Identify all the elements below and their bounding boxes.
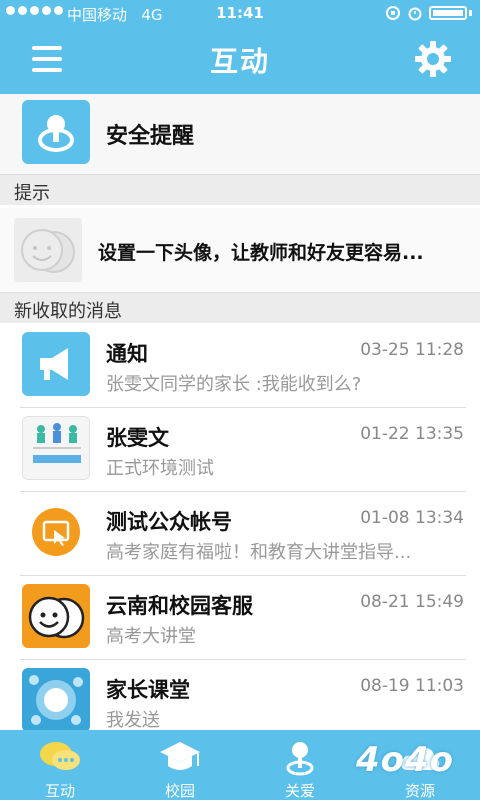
safety-reminder-row[interactable]: 安全提醒 bbox=[0, 94, 480, 175]
message-preview: 张雯文同学的家长 :我能收到么? bbox=[106, 374, 362, 395]
megaphone-icon bbox=[22, 332, 90, 396]
tab-campus[interactable]: 校园 bbox=[120, 730, 240, 800]
top-bar: 中国移动 4G 11:41 互动 bbox=[0, 0, 480, 94]
message-sender: 张雯文 bbox=[106, 426, 169, 450]
safety-reminder-label: 安全提醒 bbox=[106, 124, 195, 149]
tab-label: 资源 bbox=[404, 782, 435, 800]
rotation-lock-icon bbox=[386, 6, 400, 20]
message-sender: 云南和校园客服 bbox=[106, 594, 253, 618]
settings-gear-icon[interactable] bbox=[414, 40, 452, 78]
public-account-icon bbox=[22, 500, 90, 564]
message-row-public-account[interactable]: 测试公众帐号 01-08 13:34 高考家庭有福啦！和教育大讲堂指导... bbox=[0, 492, 480, 576]
message-row-notice[interactable]: 通知 03-25 11:28 张雯文同学的家长 :我能收到么? bbox=[0, 324, 480, 408]
section-header-tips: 提示 bbox=[0, 175, 480, 205]
message-time: 08-19 11:03 bbox=[360, 676, 464, 696]
customer-service-faces-icon bbox=[22, 584, 90, 648]
message-time: 01-08 13:34 bbox=[360, 508, 464, 528]
message-sender: 通知 bbox=[106, 342, 148, 366]
message-preview: 我发送 bbox=[106, 710, 160, 731]
message-time: 08-21 15:49 bbox=[360, 592, 464, 612]
message-row-user[interactable]: 张雯文 01-22 13:35 正式环境测试 bbox=[0, 408, 480, 492]
alarm-icon bbox=[408, 7, 422, 21]
message-preview: 高考家庭有福啦！和教育大讲堂指导... bbox=[106, 542, 412, 563]
message-time: 01-22 13:35 bbox=[360, 424, 464, 444]
status-bar: 中国移动 4G 11:41 bbox=[0, 0, 480, 28]
avatar-tip-row[interactable]: 设置一下头像，让教师和好友更容易... bbox=[0, 208, 480, 293]
tab-interaction[interactable]: 互动 bbox=[0, 730, 120, 800]
watermark-logo: 4o4o bbox=[356, 740, 455, 780]
chat-bubbles-icon bbox=[40, 742, 80, 770]
graduation-cap-icon bbox=[160, 742, 200, 770]
message-sender: 测试公众帐号 bbox=[106, 510, 232, 534]
parent-class-icon bbox=[22, 668, 90, 732]
tab-label: 关爱 bbox=[284, 782, 315, 800]
section-header-new-messages: 新收取的消息 bbox=[0, 293, 480, 323]
message-preview: 正式环境测试 bbox=[106, 458, 214, 479]
tab-care[interactable]: 关爱 bbox=[240, 730, 360, 800]
page-title: 互动 bbox=[209, 45, 270, 78]
tab-label: 互动 bbox=[44, 782, 75, 800]
avatar-tip-text: 设置一下头像，让教师和好友更容易... bbox=[98, 242, 424, 264]
safety-pin-icon bbox=[22, 100, 90, 164]
message-time: 03-25 11:28 bbox=[360, 340, 464, 360]
message-sender: 家长课堂 bbox=[106, 678, 190, 702]
battery-icon bbox=[429, 6, 467, 20]
tab-label: 校园 bbox=[164, 782, 195, 800]
user-thumbnail-icon bbox=[22, 416, 90, 480]
default-avatar-icon bbox=[14, 218, 82, 282]
location-pin-icon bbox=[286, 742, 314, 776]
message-preview: 高考大讲堂 bbox=[106, 626, 196, 647]
message-row-customer-service[interactable]: 云南和校园客服 08-21 15:49 高考大讲堂 bbox=[0, 576, 480, 660]
